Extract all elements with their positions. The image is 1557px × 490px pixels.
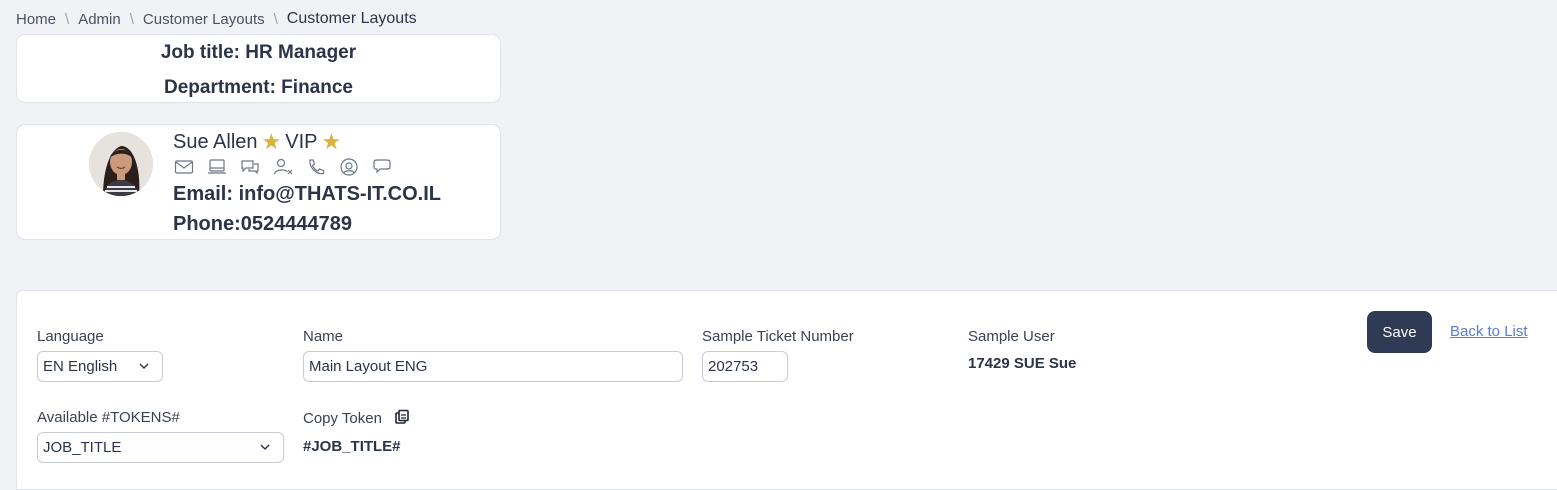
phone-icon[interactable] (306, 158, 328, 178)
tokens-label: Available #TOKENS# (37, 409, 180, 426)
customer-name-row: Sue Allen ★ VIP ★ (173, 129, 345, 155)
department-text: Department: Finance (164, 77, 353, 98)
breadcrumb-home[interactable]: Home (16, 11, 56, 28)
breadcrumb-current: Customer Layouts (286, 10, 417, 27)
customer-actions (174, 158, 394, 178)
tokens-value: JOB_TITLE (43, 439, 122, 456)
customer-email: Email: info@THATS-IT.CO.IL (173, 183, 442, 205)
chevron-down-icon (139, 363, 149, 369)
chevron-down-icon (260, 444, 270, 450)
at-sign-icon[interactable] (339, 158, 361, 178)
copy-token-value: #JOB_TITLE# (303, 438, 401, 455)
layout-form-panel: Language EN English Name Sample Ticket N… (16, 290, 1557, 490)
avatar (89, 132, 153, 196)
chat-bubbles-icon[interactable] (240, 158, 262, 178)
back-to-list-link[interactable]: Back to List (1450, 323, 1528, 340)
mail-icon[interactable] (174, 158, 196, 178)
tokens-select[interactable]: JOB_TITLE (37, 432, 284, 463)
language-select[interactable]: EN English (37, 351, 163, 382)
star-icon: ★ (321, 129, 342, 154)
breadcrumb-customer-layouts[interactable]: Customer Layouts (143, 11, 265, 28)
user-remove-icon[interactable] (273, 158, 295, 178)
breadcrumb-separator: \ (273, 10, 278, 28)
job-info-card: Job title: HR Manager Department: Financ… (16, 34, 501, 103)
sample-user-label: Sample User (968, 328, 1055, 345)
language-label: Language (37, 328, 104, 345)
language-value: EN English (43, 358, 118, 375)
name-input[interactable] (303, 351, 683, 382)
save-button[interactable]: Save (1367, 311, 1432, 353)
copy-token-label: Copy Token (303, 410, 382, 427)
copy-icon[interactable] (394, 409, 410, 425)
breadcrumb-separator: \ (129, 10, 134, 28)
ticket-number-input[interactable] (702, 351, 788, 382)
customer-profile-card: Sue Allen ★ VIP ★ Email: info@THATS-IT.C… (16, 124, 501, 240)
customer-name: Sue Allen (173, 130, 258, 153)
vip-badge: VIP (285, 130, 318, 153)
star-icon: ★ (261, 129, 282, 154)
name-label: Name (303, 328, 344, 345)
breadcrumb-admin[interactable]: Admin (78, 11, 121, 28)
laptop-icon[interactable] (207, 158, 229, 178)
sample-user-value: 17429 SUE Sue (968, 355, 1077, 372)
job-title-text: Job title: HR Manager (160, 42, 357, 63)
comment-icon[interactable] (372, 158, 394, 178)
breadcrumb: Home \ Admin \ Customer Layouts \ Custom… (16, 10, 417, 28)
customer-phone: Phone:0524444789 (173, 213, 353, 235)
breadcrumb-separator: \ (65, 10, 70, 28)
ticket-number-label: Sample Ticket Number (702, 328, 854, 345)
